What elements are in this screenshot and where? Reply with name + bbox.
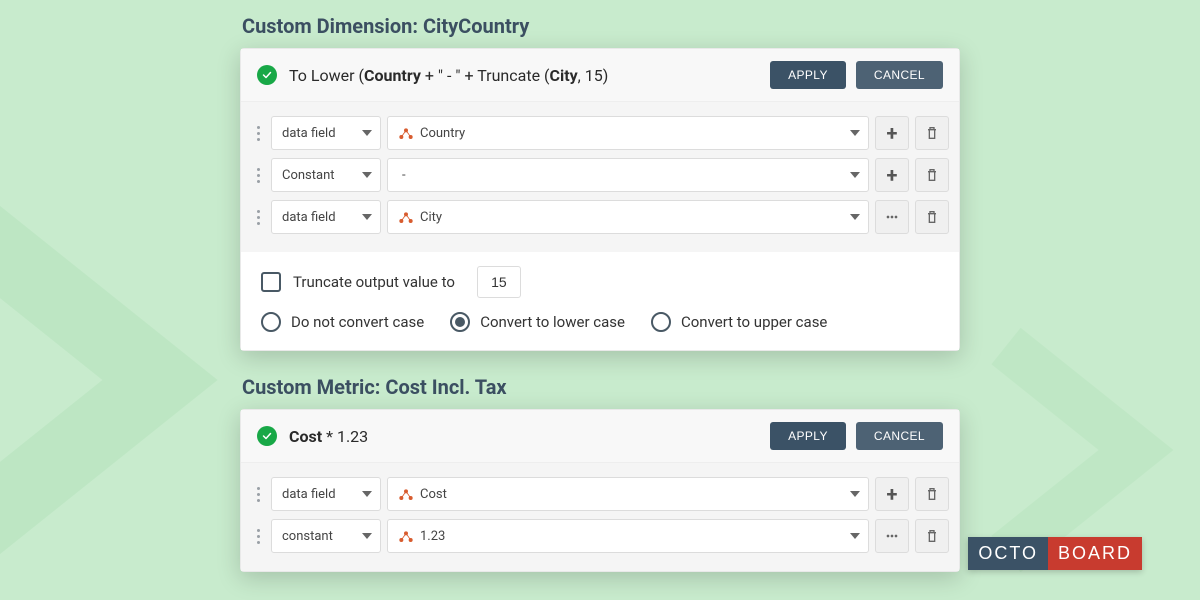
brand-part: BOARD xyxy=(1048,537,1142,570)
radio-label: Do not convert case xyxy=(291,313,424,331)
value-dropdown[interactable]: 1.23 xyxy=(387,519,869,553)
rows-area: data field Cost + constant xyxy=(241,463,959,571)
delete-row-button[interactable] xyxy=(915,158,949,192)
rows-area: data field Country + Constant xyxy=(241,102,959,252)
radio-label: Convert to lower case xyxy=(480,313,625,331)
options-area: Truncate output value to Do not convert … xyxy=(241,252,959,350)
chevron-down-icon xyxy=(362,172,372,178)
connection-icon xyxy=(398,528,414,544)
brand-badge: OCTO BOARD xyxy=(968,537,1142,570)
truncate-input[interactable] xyxy=(477,266,521,298)
type-dropdown[interactable]: Constant xyxy=(271,158,381,192)
connection-icon xyxy=(398,125,414,141)
metric-panel: Cost * 1.23 APPLY CANCEL data field Cost xyxy=(240,409,960,572)
dropdown-value: Constant xyxy=(282,168,335,183)
drag-handle-icon[interactable] xyxy=(251,210,265,225)
expression-row: Constant - + xyxy=(251,158,949,192)
delete-row-button[interactable] xyxy=(915,116,949,150)
dropdown-value: data field xyxy=(282,126,336,141)
expression-row: data field Cost + xyxy=(251,477,949,511)
case-radio-upper[interactable]: Convert to upper case xyxy=(651,312,827,332)
value-dropdown[interactable]: Cost xyxy=(387,477,869,511)
chevron-down-icon xyxy=(850,533,860,539)
brand-part: OCTO xyxy=(968,537,1048,570)
delete-row-button[interactable] xyxy=(915,477,949,511)
chevron-down-icon xyxy=(362,533,372,539)
chevron-down-icon xyxy=(850,172,860,178)
radio-label: Convert to upper case xyxy=(681,313,827,331)
drag-handle-icon[interactable] xyxy=(251,529,265,544)
panel-header: To Lower (Country + " - " + Truncate (Ci… xyxy=(241,49,959,102)
apply-button[interactable]: APPLY xyxy=(770,61,846,89)
dropdown-value: constant xyxy=(282,529,333,544)
dropdown-value: data field xyxy=(282,487,336,502)
expression-row: data field City xyxy=(251,200,949,234)
value-dropdown[interactable]: - xyxy=(387,158,869,192)
add-row-button[interactable]: + xyxy=(875,158,909,192)
cancel-button[interactable]: CANCEL xyxy=(856,422,943,450)
truncate-label: Truncate output value to xyxy=(293,273,455,291)
value-dropdown[interactable]: Country xyxy=(387,116,869,150)
dropdown-value: - xyxy=(402,168,406,183)
formula-field: City xyxy=(550,66,578,85)
delete-row-button[interactable] xyxy=(915,200,949,234)
chevron-down-icon xyxy=(850,214,860,220)
formula-preview: Cost * 1.23 xyxy=(289,427,770,446)
radio-icon xyxy=(651,312,671,332)
formula-field: Cost xyxy=(289,427,322,446)
panel-header: Cost * 1.23 APPLY CANCEL xyxy=(241,410,959,463)
formula-preview: To Lower (Country + " - " + Truncate (Ci… xyxy=(289,66,770,85)
section-title: Custom Dimension: CityCountry xyxy=(242,14,960,38)
formula-text: , 15) xyxy=(578,66,609,85)
type-dropdown[interactable]: data field xyxy=(271,477,381,511)
chevron-down-icon xyxy=(850,130,860,136)
type-dropdown[interactable]: data field xyxy=(271,200,381,234)
drag-handle-icon[interactable] xyxy=(251,126,265,141)
check-circle-icon xyxy=(257,65,277,85)
case-radio-none[interactable]: Do not convert case xyxy=(261,312,424,332)
connection-icon xyxy=(398,486,414,502)
formula-text: To Lower ( xyxy=(289,66,364,85)
chevron-down-icon xyxy=(362,491,372,497)
drag-handle-icon[interactable] xyxy=(251,487,265,502)
more-options-button[interactable] xyxy=(875,200,909,234)
apply-button[interactable]: APPLY xyxy=(770,422,846,450)
type-dropdown[interactable]: data field xyxy=(271,116,381,150)
chevron-down-icon xyxy=(362,130,372,136)
delete-row-button[interactable] xyxy=(915,519,949,553)
section-title: Custom Metric: Cost Incl. Tax xyxy=(242,375,960,399)
value-dropdown[interactable]: City xyxy=(387,200,869,234)
add-row-button[interactable]: + xyxy=(875,116,909,150)
formula-text: * 1.23 xyxy=(322,427,368,446)
formula-field: Country xyxy=(364,66,421,85)
chevron-down-icon xyxy=(362,214,372,220)
radio-icon xyxy=(261,312,281,332)
add-row-button[interactable]: + xyxy=(875,477,909,511)
more-options-button[interactable] xyxy=(875,519,909,553)
dropdown-value: Country xyxy=(420,126,465,141)
formula-text: + " - " + Truncate ( xyxy=(421,66,550,85)
check-circle-icon xyxy=(257,426,277,446)
drag-handle-icon[interactable] xyxy=(251,168,265,183)
connection-icon xyxy=(398,209,414,225)
dropdown-value: 1.23 xyxy=(420,529,445,544)
chevron-down-icon xyxy=(850,491,860,497)
truncate-checkbox[interactable] xyxy=(261,272,281,292)
case-radio-lower[interactable]: Convert to lower case xyxy=(450,312,625,332)
cancel-button[interactable]: CANCEL xyxy=(856,61,943,89)
type-dropdown[interactable]: constant xyxy=(271,519,381,553)
dropdown-value: City xyxy=(420,210,442,225)
dimension-panel: To Lower (Country + " - " + Truncate (Ci… xyxy=(240,48,960,351)
expression-row: constant 1.23 xyxy=(251,519,949,553)
dropdown-value: data field xyxy=(282,210,336,225)
radio-icon xyxy=(450,312,470,332)
expression-row: data field Country + xyxy=(251,116,949,150)
dropdown-value: Cost xyxy=(420,487,447,502)
